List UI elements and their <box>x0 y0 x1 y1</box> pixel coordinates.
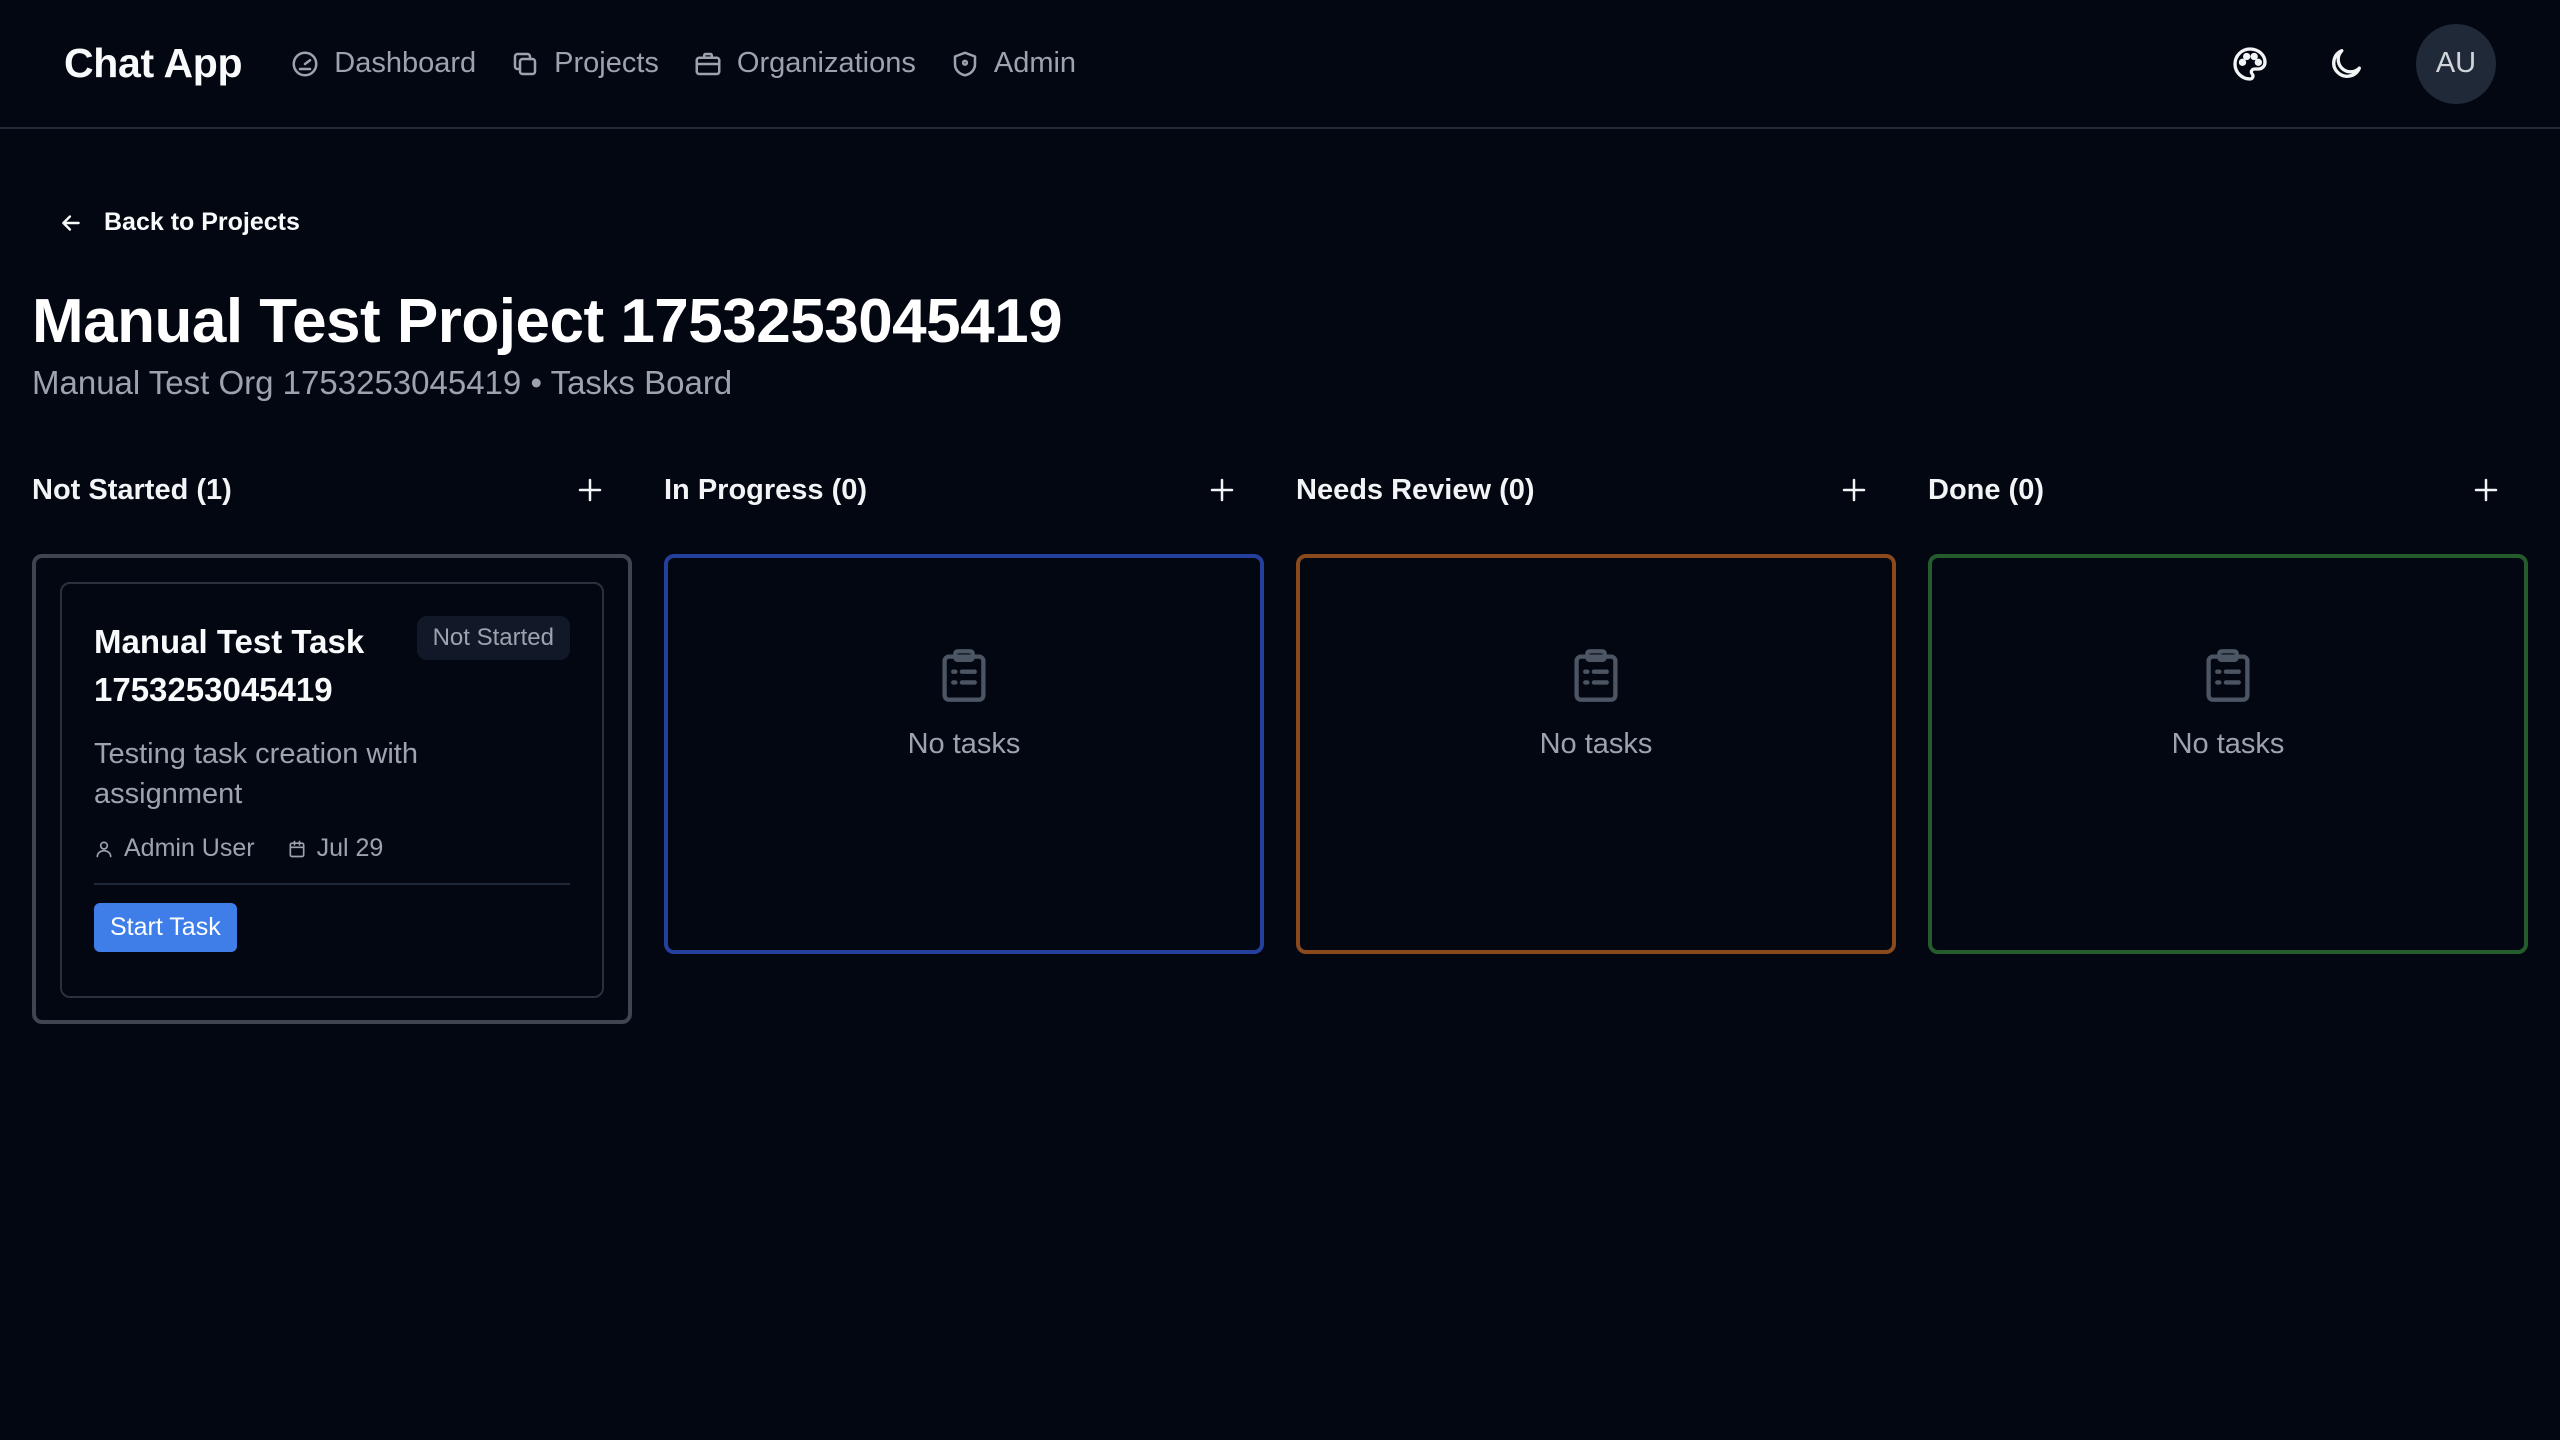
task-card[interactable]: Manual Test Task 1753253045419 Not Start… <box>60 582 604 998</box>
nav-item-label: Admin <box>993 47 1077 79</box>
add-task-button[interactable] <box>1202 470 1242 510</box>
tasks-board: Not Started (1) Manual Test Task 1753253… <box>32 460 2528 1024</box>
page-subtitle: Manual Test Org 1753253045419 • Tasks Bo… <box>32 364 732 402</box>
nav-item-label: Projects <box>554 47 659 79</box>
column-body: No tasks <box>664 554 1264 954</box>
empty-state: No tasks <box>668 558 1260 950</box>
task-due-date: Jul 29 <box>287 834 384 863</box>
column-title: In Progress (0) <box>664 473 868 506</box>
add-task-button[interactable] <box>2466 470 2506 510</box>
theme-palette-button[interactable] <box>2224 38 2276 90</box>
assignee-name: Admin User <box>124 834 255 862</box>
plus-icon <box>578 478 602 502</box>
arrow-left-icon <box>62 214 80 231</box>
column-title: Not Started (1) <box>32 473 232 506</box>
gauge-icon <box>292 51 318 76</box>
column-header: Needs Review (0) <box>1296 460 1896 520</box>
plus-icon <box>1210 478 1234 502</box>
clipboard-list-icon <box>942 649 986 702</box>
empty-state: No tasks <box>1300 558 1892 950</box>
briefcase-icon <box>695 52 721 75</box>
brand-logo[interactable]: Chat App <box>64 40 243 87</box>
nav-item-organizations[interactable]: Organizations <box>693 47 916 80</box>
user-avatar[interactable]: AU <box>2416 23 2496 104</box>
plus-icon <box>2474 478 2498 502</box>
column-title: Needs Review (0) <box>1296 473 1535 506</box>
moon-icon <box>2332 48 2361 78</box>
calendar-icon <box>289 840 305 857</box>
plus-icon <box>1842 478 1866 502</box>
task-divider <box>94 883 570 885</box>
column-done: Done (0) No tasks <box>1928 460 2528 1024</box>
task-card-header: Manual Test Task 1753253045419 Not Start… <box>94 616 570 714</box>
column-header: Done (0) <box>1928 460 2528 520</box>
clipboard-list-icon <box>2206 649 2250 702</box>
add-task-button[interactable] <box>1834 470 1874 510</box>
column-in-progress: In Progress (0) No tasks <box>664 460 1264 1024</box>
shield-icon <box>953 51 977 76</box>
task-description: Testing task creation with assignment <box>94 738 418 810</box>
column-needs-review: Needs Review (0) No tasks <box>1296 460 1896 1024</box>
column-body: Manual Test Task 1753253045419 Not Start… <box>32 554 632 1024</box>
nav-actions: AU <box>2224 23 2496 104</box>
empty-state-text: No tasks <box>1539 728 1653 760</box>
nav-item-dashboard[interactable]: Dashboard <box>290 47 476 80</box>
back-to-projects-link[interactable]: Back to Projects <box>58 208 300 237</box>
subtitle-separator: • <box>530 364 542 401</box>
clipboard-list-icon <box>1574 649 1618 702</box>
column-body: No tasks <box>1928 554 2528 954</box>
task-title: Manual Test Task 1753253045419 <box>94 623 365 708</box>
task-meta: Admin User Jul 29 <box>94 834 570 863</box>
top-navbar: Chat App Dashboard Projects Organization… <box>0 0 2560 129</box>
main-nav: Dashboard Projects Organizations Admin <box>290 47 1076 80</box>
due-date: Jul 29 <box>316 834 384 862</box>
column-title: Done (0) <box>1928 473 2044 506</box>
back-link-label: Back to Projects <box>104 208 300 236</box>
dark-mode-toggle[interactable] <box>2320 38 2372 90</box>
task-assignee: Admin User <box>94 834 255 863</box>
column-header: Not Started (1) <box>32 460 632 520</box>
empty-state-text: No tasks <box>907 728 1021 760</box>
nav-item-label: Organizations <box>736 47 916 79</box>
board-label: Tasks Board <box>550 364 733 401</box>
copy-icon <box>513 52 537 75</box>
start-task-button[interactable]: Start Task <box>94 903 237 952</box>
empty-state-text: No tasks <box>2171 728 2285 760</box>
column-header: In Progress (0) <box>664 460 1264 520</box>
status-badge: Not Started <box>416 616 570 660</box>
nav-item-admin[interactable]: Admin <box>950 47 1076 80</box>
palette-icon <box>2233 46 2267 81</box>
empty-state: No tasks <box>1932 558 2524 950</box>
nav-item-projects[interactable]: Projects <box>510 47 659 80</box>
page-title: Manual Test Project 1753253045419 <box>32 287 1063 356</box>
column-not-started: Not Started (1) Manual Test Task 1753253… <box>32 460 632 1024</box>
column-body: No tasks <box>1296 554 1896 954</box>
user-icon <box>96 841 112 857</box>
org-name: Manual Test Org 1753253045419 <box>32 364 522 401</box>
add-task-button[interactable] <box>570 470 610 510</box>
nav-item-label: Dashboard <box>334 47 477 79</box>
